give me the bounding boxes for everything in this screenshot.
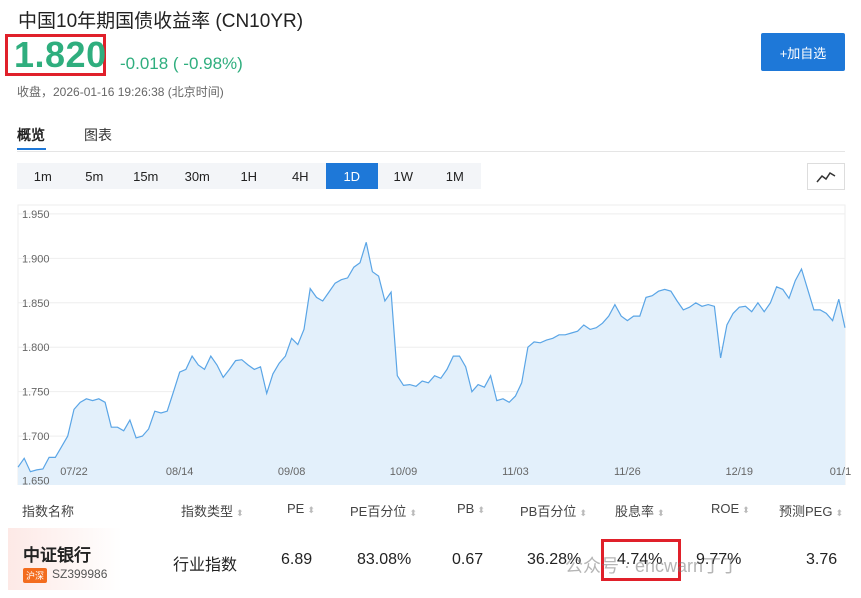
active-tab-indicator bbox=[17, 148, 46, 150]
header-pb-percentile[interactable]: PB百分位 ⬍ bbox=[520, 501, 587, 520]
index-code: SZ399986 bbox=[52, 567, 108, 581]
range-1d[interactable]: 1D bbox=[326, 163, 378, 189]
current-price: 1.820 bbox=[14, 34, 107, 75]
sort-icon: ⬍ bbox=[477, 505, 485, 515]
y-tick-label: 1.800 bbox=[22, 342, 50, 354]
range-30m[interactable]: 30m bbox=[172, 163, 224, 189]
sort-icon: ⬍ bbox=[307, 505, 315, 515]
x-tick-label: 09/08 bbox=[278, 466, 306, 478]
cell-pb: 0.67 bbox=[452, 551, 484, 568]
header-pb[interactable]: PB ⬍ bbox=[457, 501, 485, 516]
x-tick-label: 11/26 bbox=[614, 466, 641, 478]
tab-overview[interactable]: 概览 bbox=[17, 125, 45, 145]
time-range-selector: 1m 5m 15m 30m 1H 4H 1D 1W 1M bbox=[17, 163, 481, 189]
y-tick-label: 1.900 bbox=[22, 253, 50, 265]
cell-pe: 6.89 bbox=[281, 551, 313, 568]
x-tick-label: 07/22 bbox=[60, 466, 88, 478]
range-15m[interactable]: 15m bbox=[120, 163, 172, 189]
header-roe[interactable]: ROE ⬍ bbox=[711, 501, 750, 516]
sort-icon: ⬍ bbox=[236, 508, 244, 518]
range-4h[interactable]: 4H bbox=[275, 163, 327, 189]
cell-index-type: 行业指数 bbox=[173, 557, 238, 574]
header-peg[interactable]: 预测PEG ⬍ bbox=[779, 501, 843, 520]
y-axis: 1.950 1.900 1.850 1.800 1.750 1.700 1.650 bbox=[22, 209, 50, 485]
market-badge: 沪深 bbox=[23, 568, 48, 583]
chart-area-fill bbox=[18, 242, 845, 485]
x-tick-label: 01/1 bbox=[830, 466, 851, 478]
tab-chart[interactable]: 图表 bbox=[84, 125, 112, 145]
x-tick-label: 12/19 bbox=[726, 466, 754, 478]
price-change: -0.018 ( -0.98%) bbox=[120, 54, 243, 73]
market-status: 收盘，2026-01-16 19:26:38 (北京时间) bbox=[17, 85, 224, 99]
chart-type-button[interactable] bbox=[807, 163, 845, 190]
tab-divider bbox=[17, 151, 845, 152]
sort-icon: ⬍ bbox=[742, 505, 750, 515]
sort-icon: ⬍ bbox=[579, 508, 587, 518]
y-tick-label: 1.700 bbox=[22, 431, 50, 443]
y-tick-label: 1.850 bbox=[22, 298, 50, 310]
x-tick-label: 08/14 bbox=[166, 466, 194, 478]
sort-icon: ⬍ bbox=[835, 508, 844, 518]
cell-pe-percentile: 83.08% bbox=[357, 551, 412, 568]
range-5m[interactable]: 5m bbox=[69, 163, 121, 189]
header-dividend-yield[interactable]: 股息率 ⬍ bbox=[615, 501, 665, 520]
x-tick-label: 11/03 bbox=[502, 466, 529, 478]
table-header: 指数名称 指数类型 ⬍ PE ⬍ PE百分位 ⬍ PB ⬍ PB百分位 ⬍ 股息率 ⬍ RO… bbox=[0, 496, 861, 524]
add-watchlist-button[interactable]: +加自选 bbox=[761, 33, 845, 71]
yield-chart: 1.950 1.900 1.850 1.800 1.750 1.700 1.650 07/2… bbox=[17, 204, 851, 485]
sort-icon: ⬍ bbox=[409, 508, 417, 518]
index-name[interactable]: 中证银行 bbox=[23, 541, 91, 566]
y-tick-label: 1.650 bbox=[22, 476, 50, 485]
header-index-type[interactable]: 指数类型 ⬍ bbox=[181, 501, 244, 520]
header-pe-percentile[interactable]: PE百分位 ⬍ bbox=[350, 501, 417, 520]
range-1m[interactable]: 1m bbox=[17, 163, 69, 189]
header-index-name[interactable]: 指数名称 bbox=[22, 501, 74, 520]
range-1w[interactable]: 1W bbox=[378, 163, 430, 189]
x-tick-label: 10/09 bbox=[390, 466, 418, 478]
line-chart-icon bbox=[816, 171, 836, 182]
header-pe[interactable]: PE ⬍ bbox=[287, 501, 315, 516]
sort-icon: ⬍ bbox=[657, 508, 665, 518]
y-tick-label: 1.750 bbox=[22, 387, 50, 399]
range-1h[interactable]: 1H bbox=[223, 163, 275, 189]
range-1mo[interactable]: 1M bbox=[429, 163, 481, 189]
watermark: 公众号 · ericwarn丁丁 bbox=[565, 556, 740, 576]
page-title: 中国10年期国债收益率 (CN10YR) bbox=[18, 11, 304, 32]
y-tick-label: 1.950 bbox=[22, 209, 50, 221]
cell-peg: 3.76 bbox=[806, 551, 838, 568]
